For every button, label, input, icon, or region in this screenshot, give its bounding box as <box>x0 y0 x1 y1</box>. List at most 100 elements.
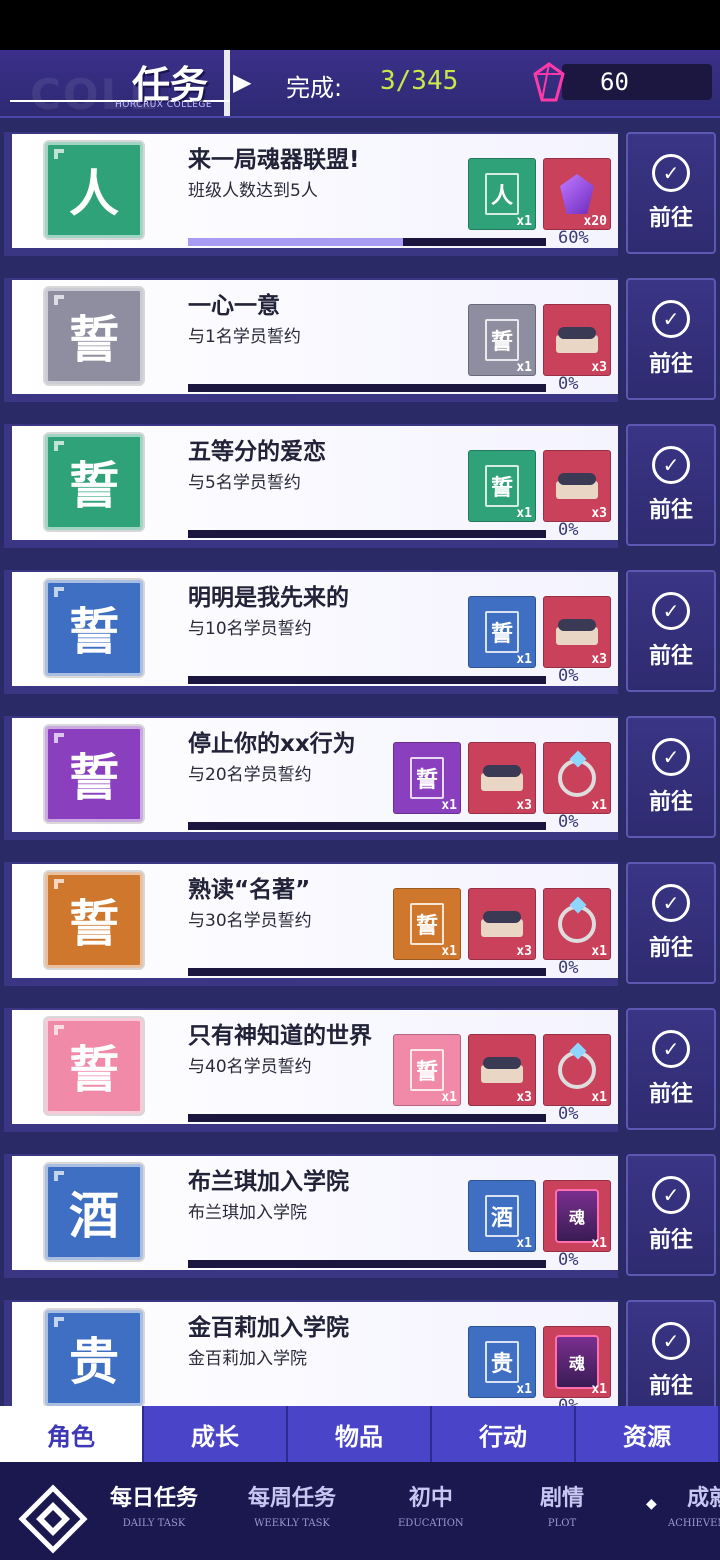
nav-item-sublabel: PLOT <box>547 1518 577 1529</box>
go-button[interactable]: ✓ 前往 <box>626 570 716 692</box>
task-name: 明明是我先来的 <box>188 585 349 611</box>
reward-item[interactable]: 誓 x1 <box>468 450 536 522</box>
reward-quantity: x1 <box>591 944 607 959</box>
task-emblem-icon: 誓 <box>45 872 143 968</box>
task-row: 誓熟读“名著” 与30名学员誓约誓 x1 x3 x1 0% ✓ 前往 <box>0 850 720 988</box>
reward-item[interactable]: x3 <box>468 888 536 960</box>
reward-item[interactable]: x20 <box>543 158 611 230</box>
emblem-char: 誓 <box>69 603 119 661</box>
task-row: 人来一局魂器联盟! 班级人数达到5人人 x1 x20 60% ✓ 前往 <box>0 120 720 258</box>
go-button-label: 前往 <box>648 790 693 815</box>
task-list[interactable]: 人来一局魂器联盟! 班级人数达到5人人 x1 x20 60% ✓ 前往誓一心一意 与1名学员誓… <box>0 120 720 1406</box>
go-button-label: 前往 <box>648 352 693 377</box>
reward-char: 人 <box>484 173 519 215</box>
reward-item[interactable]: x3 <box>543 450 611 522</box>
reward-item[interactable]: 誓 x1 <box>393 1034 461 1106</box>
header-divider <box>224 50 230 116</box>
reward-item[interactable]: 魂 x1 <box>543 1326 611 1398</box>
reward-quantity: x3 <box>516 944 532 959</box>
bottom-nav: ◆ 每日任务 DAILY TASK 每周任务 WEEKLY TASK 初中 EDUCATI… <box>0 1462 720 1560</box>
reward-quantity: x1 <box>516 652 532 667</box>
reward-quantity: x1 <box>441 1090 457 1105</box>
go-button[interactable]: ✓ 前往 <box>626 1300 716 1406</box>
progress-percent: 60% <box>558 228 589 248</box>
progress-bar <box>188 968 546 976</box>
reward-item[interactable]: 酒 x1 <box>468 1180 536 1252</box>
task-name: 只有神知道的世界 <box>188 1023 372 1049</box>
reward-item[interactable]: x3 <box>543 304 611 376</box>
category-tab[interactable]: 资源 <box>576 1406 720 1462</box>
soul-card-icon: 魂 <box>555 1335 599 1389</box>
progress-percent: 0% <box>558 374 579 394</box>
task-name: 停止你的xx行为 <box>188 731 356 757</box>
reward-quantity: x20 <box>583 214 607 229</box>
task-name: 金百莉加入学院 <box>188 1315 349 1341</box>
nav-separator: ◆ <box>646 1496 657 1512</box>
go-button[interactable]: ✓ 前往 <box>626 278 716 400</box>
reward-item[interactable]: x1 <box>543 1034 611 1106</box>
reward-item[interactable]: x1 <box>543 888 611 960</box>
progress-percent: 0% <box>558 520 579 540</box>
task-description: 与1名学员誓约 <box>188 327 301 347</box>
check-circle-icon: ✓ <box>652 154 690 192</box>
reward-item[interactable]: x3 <box>543 596 611 668</box>
reward-item[interactable]: 誓 x1 <box>393 742 461 814</box>
reward-item[interactable]: 魂 x1 <box>543 1180 611 1252</box>
go-button-label: 前往 <box>648 1374 693 1399</box>
go-button-label: 前往 <box>648 498 693 523</box>
reward-char: 誓 <box>484 611 519 653</box>
reward-item[interactable]: 誓 x1 <box>468 596 536 668</box>
progress-percent: 0% <box>558 958 579 978</box>
reward-char: 誓 <box>484 319 519 361</box>
go-button[interactable]: ✓ 前往 <box>626 424 716 546</box>
reward-item[interactable]: 誓 x1 <box>393 888 461 960</box>
reward-quantity: x3 <box>516 798 532 813</box>
nav-item[interactable]: 成就 ACHIEVEMENT <box>668 1480 720 1529</box>
reward-item[interactable]: x3 <box>468 742 536 814</box>
go-button[interactable]: ✓ 前往 <box>626 716 716 838</box>
reward-item[interactable]: x1 <box>543 742 611 814</box>
task-description: 布兰琪加入学院 <box>188 1203 307 1223</box>
category-tab[interactable]: 成长 <box>144 1406 288 1462</box>
emblem-corner <box>54 733 64 743</box>
emblem-char: 誓 <box>69 749 119 807</box>
category-tab[interactable]: 角色 <box>0 1406 144 1462</box>
reward-item[interactable]: 贵 x1 <box>468 1326 536 1398</box>
progress-bar <box>188 384 546 392</box>
go-button[interactable]: ✓ 前往 <box>626 132 716 254</box>
reward-char: 誓 <box>409 757 444 799</box>
task-emblem-icon: 人 <box>45 142 143 238</box>
progress-bar <box>188 530 546 538</box>
nav-item[interactable]: 初中 EDUCATION <box>398 1480 464 1529</box>
gem-icon <box>560 174 594 214</box>
go-button-label: 前往 <box>648 644 693 669</box>
go-button[interactable]: ✓ 前往 <box>626 1154 716 1276</box>
progress-bar <box>188 238 546 246</box>
reward-quantity: x1 <box>591 1236 607 1251</box>
task-name: 一心一意 <box>188 293 280 319</box>
reward-char: 贵 <box>484 1341 519 1383</box>
reward-item[interactable]: x3 <box>468 1034 536 1106</box>
nav-item[interactable]: 每日任务 DAILY TASK <box>110 1480 198 1529</box>
emblem-char: 人 <box>69 165 119 223</box>
nav-item[interactable]: 每周任务 WEEKLY TASK <box>248 1480 336 1529</box>
reward-item[interactable]: 誓 x1 <box>468 304 536 376</box>
go-button-label: 前往 <box>648 206 693 231</box>
category-tab[interactable]: 物品 <box>288 1406 432 1462</box>
emblem-corner <box>54 1171 64 1181</box>
go-button[interactable]: ✓ 前往 <box>626 862 716 984</box>
reward-item[interactable]: 人 x1 <box>468 158 536 230</box>
task-emblem-icon: 誓 <box>45 580 143 676</box>
emblem-corner <box>54 879 64 889</box>
nav-item[interactable]: 剧情 PLOT <box>540 1480 584 1529</box>
check-circle-icon: ✓ <box>652 446 690 484</box>
cake-icon <box>477 761 527 795</box>
task-description: 与10名学员誓约 <box>188 619 312 639</box>
go-button[interactable]: ✓ 前往 <box>626 1008 716 1130</box>
reward-char: 誓 <box>409 1049 444 1091</box>
horcrux-logo-icon[interactable] <box>18 1484 88 1554</box>
emblem-corner <box>54 1025 64 1035</box>
progress-percent: 0% <box>558 1250 579 1270</box>
category-tab[interactable]: 行动 <box>432 1406 576 1462</box>
nav-item-label: 初中 <box>408 1486 453 1511</box>
